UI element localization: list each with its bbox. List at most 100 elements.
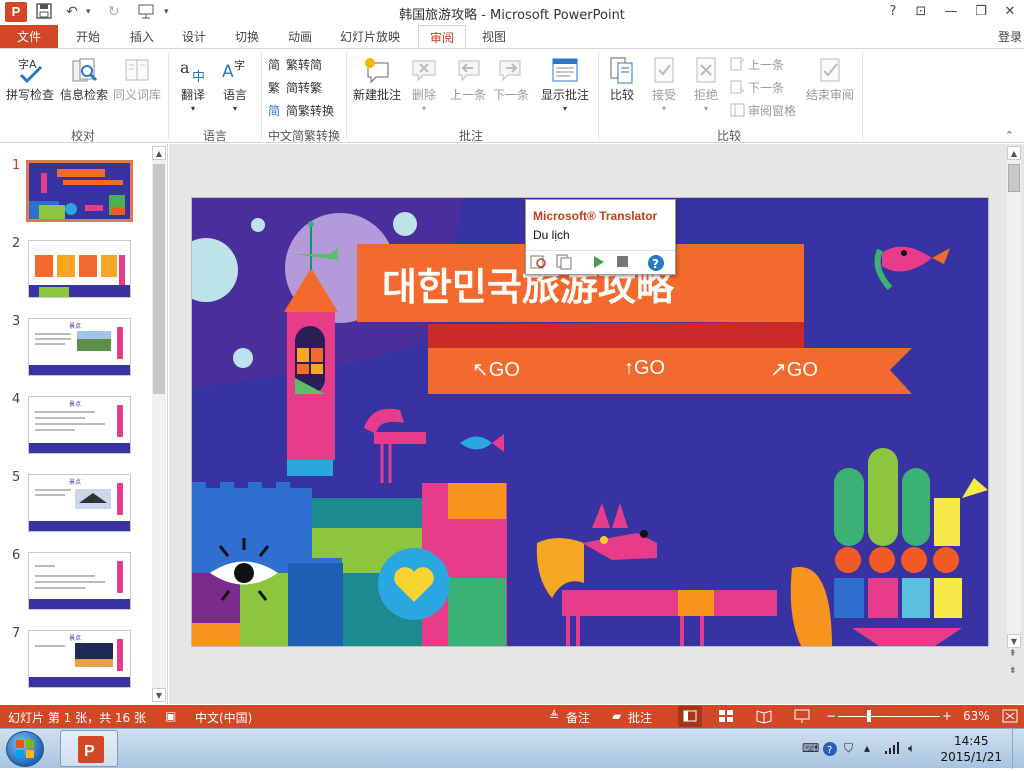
show-hidden-icons-icon[interactable]: ▴ — [864, 741, 870, 755]
new-comment-button[interactable]: 新建批注 — [350, 55, 404, 102]
go-button-right[interactable]: ↗GO — [770, 357, 818, 382]
go-button-left[interactable]: ↖GO — [472, 357, 520, 382]
language-status[interactable]: 中文(中国) — [195, 709, 252, 726]
collapse-ribbon-icon[interactable]: ⌃ — [1005, 129, 1014, 142]
show-comments-icon — [550, 55, 580, 85]
chinese-conversion-button[interactable]: 简简繁转换 — [268, 103, 334, 119]
start-button[interactable] — [6, 731, 44, 767]
minimize-button[interactable]: — — [939, 2, 963, 22]
slide-show-icon[interactable] — [794, 708, 810, 727]
next-slide-icon[interactable]: ⇟ — [1009, 666, 1017, 676]
notes-button[interactable]: 备注 — [566, 709, 590, 726]
tab-slide-show[interactable]: 幻灯片放映 — [330, 25, 410, 49]
slide-thumbnail-1[interactable] — [26, 160, 133, 222]
scroll-down-arrow-icon[interactable]: ▼ — [152, 688, 166, 702]
keyboard-icon[interactable]: ⌨ — [802, 741, 819, 755]
reading-view-icon[interactable] — [756, 708, 772, 727]
clock-time: 14:45 — [953, 734, 989, 748]
traditional-to-simplified-label: 繁转简 — [286, 58, 323, 72]
research-button[interactable]: 信息检索 — [58, 55, 110, 102]
slide-sorter-icon[interactable] — [718, 708, 734, 727]
zoom-slider[interactable] — [838, 716, 940, 717]
end-review-label: 结束审阅 — [805, 88, 854, 102]
system-clock[interactable]: 14:45 2015/1/21 — [940, 733, 1002, 765]
help-tray-icon[interactable]: ? — [822, 741, 838, 760]
help-button[interactable]: ? — [881, 2, 905, 22]
compare-button[interactable]: 比较 — [604, 55, 640, 102]
translate-button[interactable]: a中 翻译 ▾ — [174, 55, 212, 116]
comments-button[interactable]: 批注 — [628, 709, 652, 726]
show-comments-label: 显示批注 — [540, 88, 589, 102]
slide-thumbnail-6[interactable] — [28, 552, 131, 610]
traditional-to-simplified-button[interactable]: 简繁转简 — [268, 57, 322, 73]
comments-status-icon[interactable]: ▰ — [612, 709, 621, 723]
fit-slide-icon[interactable] — [1002, 708, 1018, 727]
scroll-thumb[interactable] — [153, 164, 165, 394]
previous-slide-icon[interactable]: ⇞ — [1009, 649, 1017, 659]
normal-view-icon[interactable] — [678, 706, 702, 727]
slide-thumbnail-2[interactable] — [28, 240, 131, 298]
tab-insert[interactable]: 插入 — [116, 25, 168, 49]
window-title: 韩国旅游攻略 - Microsoft PowerPoint — [399, 8, 625, 23]
volume-icon[interactable]: 🔈︎ — [908, 741, 915, 756]
slide-number: 7 — [12, 626, 21, 641]
sign-in-link[interactable]: 登录 — [998, 25, 1022, 49]
thumb-heading: 景点 — [69, 635, 82, 642]
tab-view[interactable]: 视图 — [470, 25, 518, 49]
editor-scrollbar[interactable]: ▲ ▼ — [1007, 146, 1021, 648]
tab-file[interactable]: 文件 — [0, 25, 58, 49]
tab-design[interactable]: 设计 — [168, 25, 220, 49]
slide-number: 3 — [12, 314, 21, 329]
play-icon[interactable] — [592, 254, 606, 273]
simplified-to-traditional-button[interactable]: 繁简转繁 — [268, 80, 322, 96]
tab-review[interactable]: 审阅 — [418, 25, 466, 50]
maximize-button[interactable]: ❐ — [969, 2, 993, 22]
thesaurus-label: 同义词库 — [112, 88, 161, 102]
proofing-status-icon[interactable]: ▣ — [165, 709, 176, 723]
reject-dropdown-icon: ▾ — [703, 104, 708, 113]
network-signal-icon[interactable] — [884, 741, 900, 758]
zoom-in-icon[interactable]: + — [942, 709, 952, 723]
go-button-up[interactable]: ↑GO — [624, 357, 665, 380]
notes-icon[interactable]: ≜ — [549, 709, 559, 723]
ime-icon[interactable]: ⛉ — [844, 741, 853, 756]
slide-thumbnail-3[interactable]: 景点 — [28, 318, 131, 376]
stop-icon[interactable] — [616, 255, 630, 272]
slide-thumbnail-4[interactable]: 景点 — [28, 396, 131, 454]
next-comment-icon — [496, 55, 526, 85]
close-button[interactable]: ✕ — [998, 2, 1022, 22]
compare-label: 比较 — [609, 88, 634, 102]
copy-icon[interactable] — [556, 254, 574, 273]
scroll-down-arrow-icon[interactable]: ▼ — [1007, 634, 1021, 648]
compare-icon — [607, 55, 637, 85]
language-button[interactable]: A字 语言 ▾ — [216, 55, 254, 116]
simplified-icon: 简 — [268, 57, 284, 72]
tab-transitions[interactable]: 切换 — [221, 25, 273, 49]
translator-search-icon[interactable] — [530, 254, 548, 273]
slide-thumbnail-5[interactable]: 景点 — [28, 474, 131, 532]
research-icon — [69, 55, 99, 85]
taskbar-powerpoint-button[interactable]: P — [60, 730, 118, 767]
show-comments-button[interactable]: 显示批注 ▾ — [538, 55, 592, 116]
zoom-level[interactable]: 63% — [963, 709, 990, 723]
translate-icon: a中 — [178, 55, 208, 85]
delete-comment-label: 删除 — [411, 88, 436, 102]
thumbnail-scrollbar[interactable]: ▲ ▼ — [152, 146, 166, 702]
scroll-up-arrow-icon[interactable]: ▲ — [1007, 146, 1021, 160]
ribbon-display-options-button[interactable]: ⊡ — [909, 2, 933, 22]
show-desktop-button[interactable] — [1012, 729, 1024, 769]
reject-button: 拒绝 ▾ — [688, 55, 724, 116]
next-comment-label: 下一条 — [492, 88, 529, 102]
slide-counter[interactable]: 幻灯片 第 1 张，共 16 张 — [8, 709, 146, 726]
slide-thumbnail-7[interactable]: 景点 — [28, 630, 131, 688]
scroll-thumb[interactable] — [1008, 164, 1020, 192]
thesaurus-icon — [122, 55, 152, 85]
translator-tooltip: Microsoft® Translator Du lịch ? — [525, 199, 676, 275]
tab-animations[interactable]: 动画 — [274, 25, 326, 49]
zoom-slider-thumb[interactable] — [867, 710, 871, 722]
scroll-up-arrow-icon[interactable]: ▲ — [152, 146, 166, 160]
tab-home[interactable]: 开始 — [62, 25, 114, 49]
zoom-out-icon[interactable]: − — [826, 709, 836, 723]
spelling-button[interactable]: 字A 拼写检查 — [4, 55, 56, 102]
help-icon[interactable]: ? — [647, 254, 665, 275]
